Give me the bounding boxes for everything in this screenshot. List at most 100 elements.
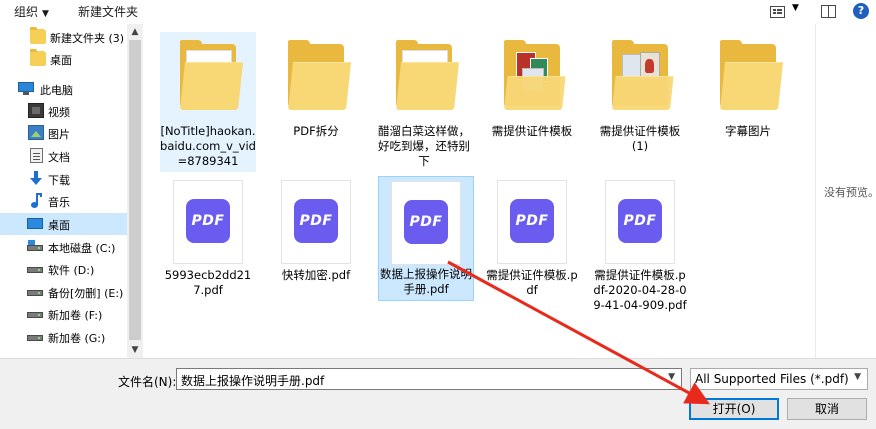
nav-item-label: 此电脑 [40,84,73,97]
desktop-icon [27,218,43,229]
nav-item-music[interactable]: 音乐 [0,190,127,212]
open-button[interactable]: 打开(O) [689,398,779,420]
nav-item-label: 音乐 [48,196,70,209]
file-list: [NoTitle]haokan.baidu.com_v_vid=8789341 … [143,24,815,358]
pdf-file-icon: PDF [497,180,567,264]
new-folder-button[interactable]: 新建文件夹 [78,3,138,20]
preview-pane-icon [821,5,836,18]
drive-icon [27,261,43,276]
preview-pane-button[interactable] [820,2,836,20]
nav-item-drive-e[interactable]: 备份[勿删] (E:) [0,281,127,303]
folder-item[interactable]: 字幕图片 [700,32,796,172]
organize-menu-button[interactable]: 组织 ▼ [14,3,49,20]
folder-item[interactable]: 醋溜白菜这样做，好吃到爆，还特别下 [376,32,472,172]
pdf-badge: PDF [618,199,662,243]
chevron-down-icon: ▼ [42,9,49,19]
file-name: 需提供证件模板.pdf [486,268,578,297]
nav-item-label: 视频 [48,106,70,119]
nav-item-label: 新加卷 (F:) [48,309,103,322]
file-name: 需提供证件模板(1) [599,124,681,153]
scroll-down-arrow-icon[interactable]: ▼ [127,342,143,358]
dialog-footer: 文件名(N): 数据上报操作说明手册.pdf ▼ All Supported F… [0,358,876,429]
pdf-badge: PDF [510,199,554,243]
scroll-up-arrow-icon[interactable]: ▲ [127,24,143,40]
nav-item-drive-d[interactable]: 软件 (D:) [0,258,127,280]
file-name: PDF拆分 [293,124,339,138]
organize-label: 组织 [14,5,39,19]
computer-icon [18,81,34,96]
pdf-file-item[interactable]: PDF 快转加密.pdf [268,176,364,316]
folder-thumbnail-icon [612,40,674,116]
drive-icon [27,329,43,344]
chevron-down-icon: ▼ [792,3,799,13]
filename-value: 数据上报操作说明手册.pdf [181,374,325,388]
nav-item-drive-g[interactable]: 新加卷 (G:) [0,326,127,348]
nav-item-label: 桌面 [50,54,72,67]
nav-item-label: 本地磁盘 (C:) [48,242,116,255]
cancel-button[interactable]: 取消 [787,398,867,420]
pdf-file-item[interactable]: PDF 需提供证件模板.pdf-2020-04-28-09-41-04-909.… [592,176,688,336]
preview-pane: 没有预览。 [815,24,876,358]
scrollbar-thumb[interactable] [129,40,141,340]
filename-label: 文件名(N): [118,375,177,389]
file-name: 快转加密.pdf [281,268,351,282]
music-icon [28,193,44,208]
folder-icon [288,40,352,116]
no-preview-message: 没有预览。 [824,186,876,199]
nav-scrollbar[interactable]: ▲ ▼ [127,24,143,358]
folder-thumbnail-icon [504,40,566,116]
drive-icon [27,239,43,254]
nav-item-desktop[interactable]: 桌面 [0,213,127,235]
pdf-file-item[interactable]: PDF 5993ecb2dd217.pdf [160,176,256,316]
help-button[interactable]: ? [853,3,869,21]
folder-item[interactable]: [NoTitle]haokan.baidu.com_v_vid=8789341 [160,32,256,172]
nav-item-drive-c[interactable]: 本地磁盘 (C:) [0,236,127,258]
folder-item[interactable]: 需提供证件模板(1) [592,32,688,172]
documents-icon [30,148,43,163]
change-view-button[interactable]: ▼ [768,2,804,20]
pdf-badge: PDF [186,199,230,243]
navigation-pane: 新建文件夹 (3) 桌面 此电脑 视频 图片 文档 下载 音乐 桌面 本地磁盘 … [0,24,143,358]
drive-icon [27,284,43,299]
nav-item-documents[interactable]: 文档 [0,145,127,167]
nav-item-drive-f[interactable]: 新加卷 (F:) [0,303,127,325]
nav-item-label: 文档 [48,151,70,164]
video-icon [28,103,44,118]
nav-item-label: 软件 (D:) [48,264,95,277]
file-name: 数据上报操作说明手册.pdf [380,267,472,296]
nav-item-label: 新建文件夹 (3) [50,32,125,45]
pdf-badge: PDF [404,200,448,244]
filename-input[interactable]: 数据上报操作说明手册.pdf ▼ [176,368,682,390]
file-type-filter-select[interactable]: All Supported Files (*.pdf) ▼ [690,368,868,390]
nav-item-desktop-folder[interactable]: 桌面 [0,48,127,70]
help-icon: ? [853,3,869,19]
nav-item-downloads[interactable]: 下载 [0,168,127,190]
view-list-icon [770,6,785,18]
nav-item-label: 下载 [48,174,70,187]
pdf-badge: PDF [294,199,338,243]
chevron-down-icon: ▼ [854,372,861,382]
folder-icon [30,49,46,66]
pdf-file-item[interactable]: PDF 需提供证件模板.pdf [484,176,580,316]
nav-item-this-pc[interactable]: 此电脑 [0,78,127,100]
chevron-down-icon[interactable]: ▼ [668,372,675,382]
file-name: [NoTitle]haokan.baidu.com_v_vid=8789341 [160,124,256,168]
folder-icon [720,40,784,116]
folder-item[interactable]: 需提供证件模板 [484,32,580,172]
nav-item-videos[interactable]: 视频 [0,100,127,122]
pdf-file-icon: PDF [173,180,243,264]
pdf-file-icon: PDF [281,180,351,264]
folder-icon [30,27,46,44]
toolbar: 组织 ▼ 新建文件夹 ▼ ? [0,0,876,24]
file-name: 字幕图片 [725,124,771,138]
drive-icon [27,306,43,321]
nav-item-label: 图片 [48,128,70,141]
folder-icon [180,40,244,116]
nav-item-new-folder-3[interactable]: 新建文件夹 (3) [0,26,127,48]
pdf-file-item-selected[interactable]: PDF 数据上报操作说明手册.pdf [378,176,474,301]
file-name: 需提供证件模板.pdf-2020-04-28-09-41-04-909.pdf [593,268,687,312]
folder-item[interactable]: PDF拆分 [268,32,364,172]
file-type-filter-value: All Supported Files (*.pdf) [695,372,849,386]
nav-item-pictures[interactable]: 图片 [0,122,127,144]
pdf-file-icon: PDF [605,180,675,264]
